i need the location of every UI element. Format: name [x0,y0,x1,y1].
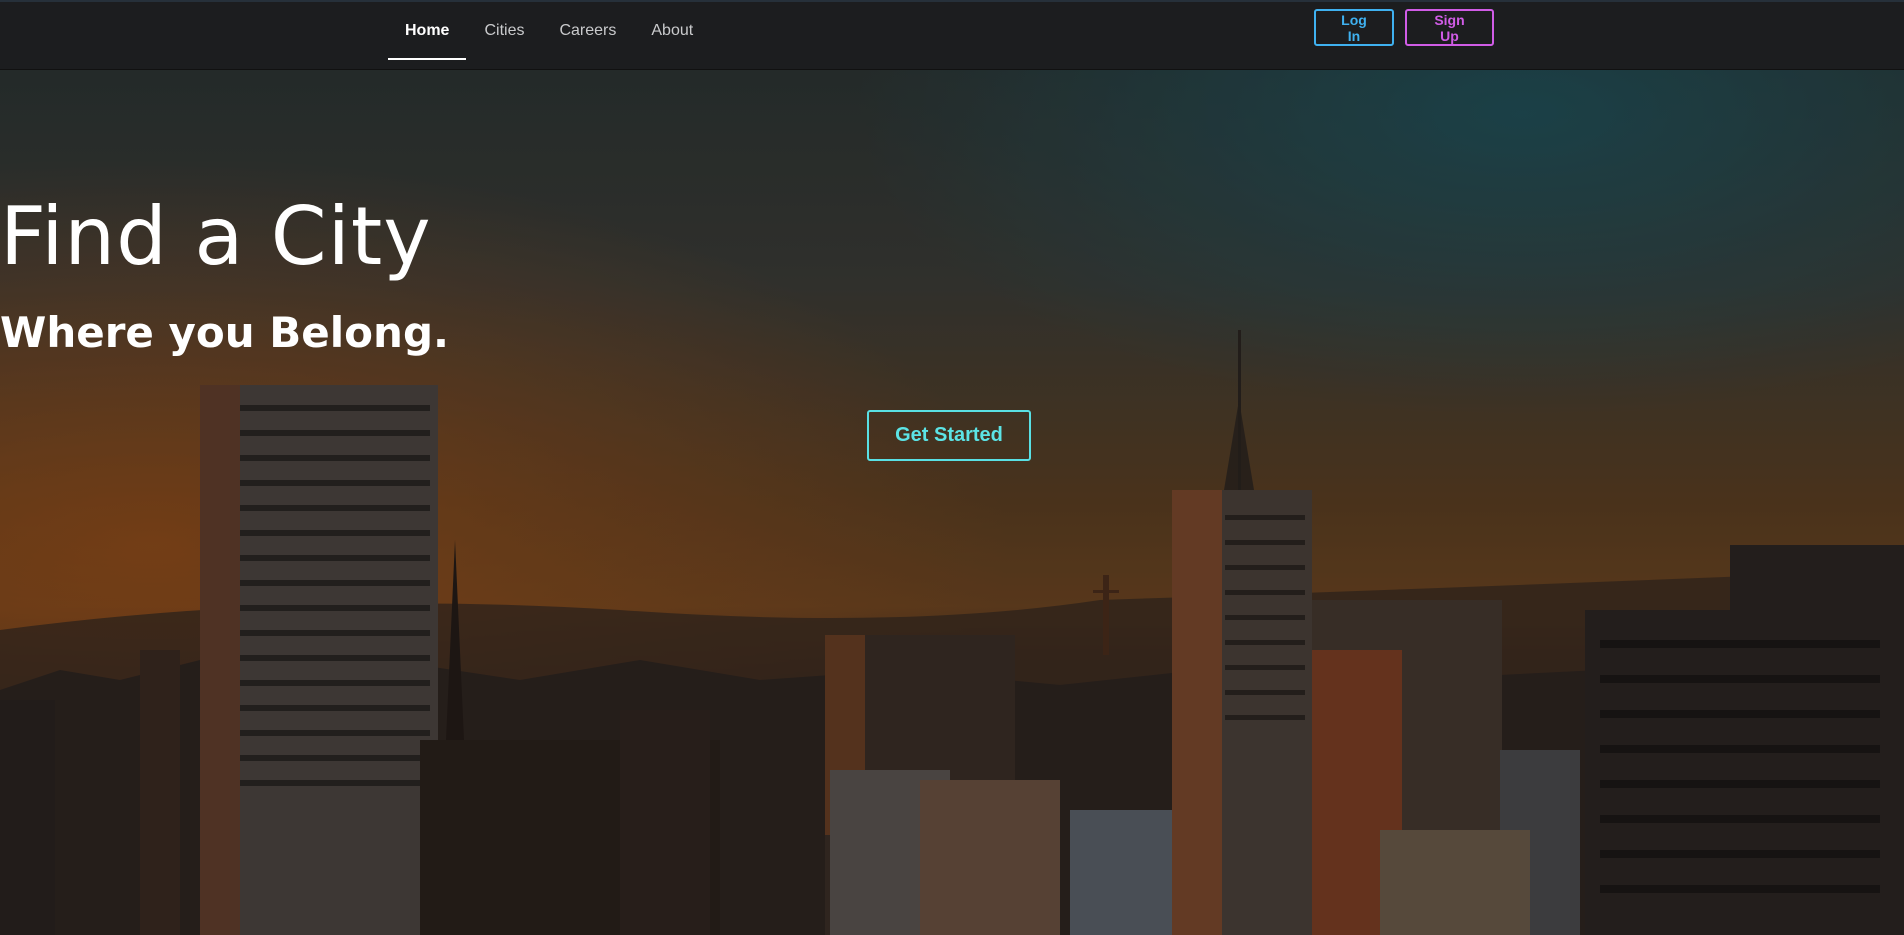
nav-link-cities[interactable]: Cities [467,2,541,60]
nav-link-careers[interactable]: Careers [542,2,633,60]
nav-link-home[interactable]: Home [388,2,467,60]
login-button[interactable]: Log In [1314,9,1394,46]
signup-button[interactable]: Sign Up [1405,9,1494,46]
top-navbar: Home Cities Careers About Log In Sign Up [0,0,1904,70]
nav-links: Home Cities Careers About [388,2,711,72]
hero-subtitle: Where you Belong. [0,308,449,357]
get-started-button[interactable]: Get Started [867,410,1031,461]
nav-link-about[interactable]: About [634,2,710,60]
hero-section: Find a City Where you Belong. Get Starte… [0,70,1904,935]
hero-title: Find a City [0,190,432,283]
auth-buttons: Log In Sign Up [1314,9,1494,46]
